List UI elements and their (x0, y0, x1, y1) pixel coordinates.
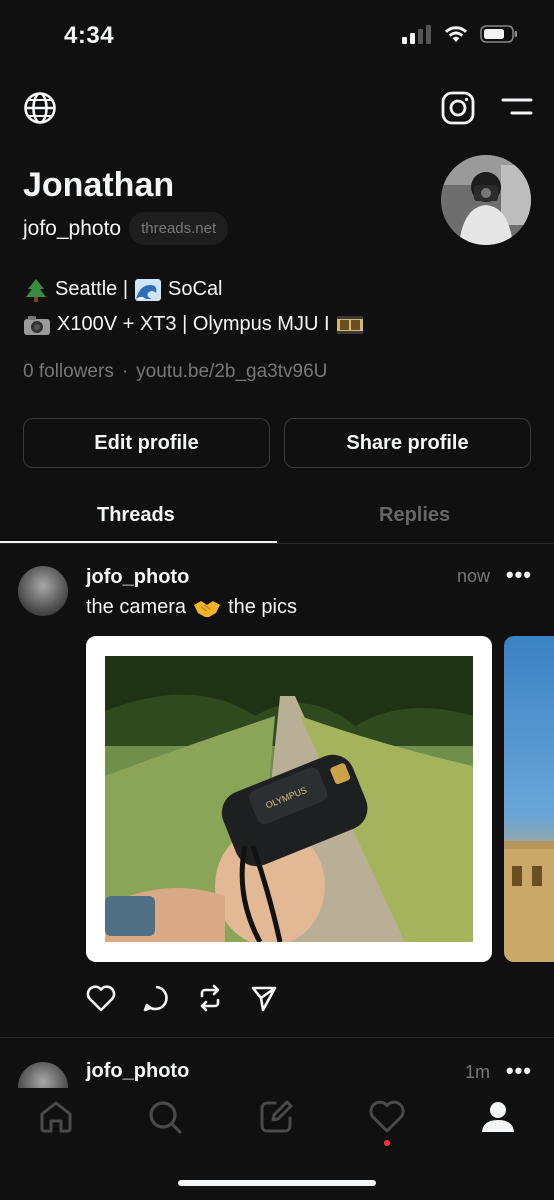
profile-tabs: Threads Replies (0, 490, 554, 544)
profile-link[interactable]: youtu.be/2b_ga3tv96U (136, 361, 327, 383)
threads-domain-badge[interactable]: threads.net (129, 212, 229, 245)
top-nav (0, 88, 554, 132)
evergreen-tree-icon (26, 278, 46, 302)
comment-icon[interactable] (142, 984, 170, 1012)
status-icons (402, 24, 518, 44)
search-icon[interactable] (146, 1098, 184, 1136)
post-timestamp: 1m (464, 1062, 490, 1082)
notification-dot (384, 1140, 390, 1146)
battery-icon (480, 25, 517, 43)
post-photo-card[interactable]: OLYMPUS (86, 636, 492, 962)
profile-avatar[interactable] (441, 155, 531, 245)
followers-count[interactable]: 0 followers (23, 361, 114, 383)
post-username[interactable]: jofo_photo (86, 1060, 189, 1083)
post-username[interactable]: jofo_photo (86, 566, 189, 589)
profile-icon[interactable] (479, 1098, 517, 1136)
post-photo[interactable]: OLYMPUS (105, 656, 473, 942)
followers-row: 0 followers · youtu.be/2b_ga3tv96U (23, 361, 327, 383)
bio-location-socal: SoCal (168, 278, 223, 300)
bio-location-seattle: Seattle | (55, 278, 129, 300)
handle-row: jofo_photo threads.net (23, 212, 229, 245)
home-icon[interactable] (37, 1098, 75, 1136)
signal-icon (402, 25, 431, 44)
active-tab-indicator (0, 541, 277, 543)
bio-line-2: X100V + XT3 | Olympus MJU I (23, 307, 364, 342)
heart-icon[interactable] (86, 984, 116, 1012)
post-actions (86, 984, 278, 1012)
more-options-button[interactable]: ••• (506, 562, 532, 588)
status-time: 4:34 (64, 22, 115, 49)
post-divider (0, 1037, 554, 1038)
globe-icon[interactable] (22, 90, 58, 126)
wave-icon (135, 278, 162, 301)
bio-gear: X100V + XT3 | Olympus MJU I (57, 313, 330, 335)
tab-threads[interactable]: Threads (97, 504, 175, 527)
bio-line-1: Seattle | SoCal (23, 272, 364, 307)
camera-icon (24, 315, 50, 335)
post-timestamp: now (456, 566, 490, 586)
menu-icon[interactable] (500, 96, 534, 118)
share-profile-button[interactable]: Share profile (284, 418, 531, 468)
post-text-part-1: the camera (86, 596, 187, 618)
post-text-part-2: the pics (228, 596, 297, 618)
more-options-button[interactable]: ••• (506, 1058, 532, 1084)
profile-name: Jonathan (23, 166, 175, 204)
tab-replies[interactable]: Replies (379, 504, 450, 527)
profile-handle: jofo_photo (23, 216, 122, 240)
compose-icon[interactable] (257, 1098, 295, 1136)
edit-profile-button[interactable]: Edit profile (23, 418, 270, 468)
post-avatar[interactable] (18, 566, 68, 616)
activity-heart-icon[interactable] (368, 1098, 406, 1136)
separator-dot: · (121, 361, 129, 382)
send-icon[interactable] (250, 984, 278, 1012)
wifi-icon (445, 26, 467, 42)
status-bar: 4:34 (0, 0, 554, 70)
repost-icon[interactable] (196, 984, 224, 1012)
handshake-icon (194, 600, 221, 617)
film-frames-icon (336, 315, 363, 334)
post-photo-next[interactable] (504, 636, 554, 962)
post-text: the camera the pics (86, 596, 297, 619)
home-indicator (178, 1180, 376, 1186)
instagram-icon[interactable] (440, 90, 476, 126)
profile-bio: Seattle | SoCal X100V + XT3 | Olympus MJ… (23, 272, 364, 342)
